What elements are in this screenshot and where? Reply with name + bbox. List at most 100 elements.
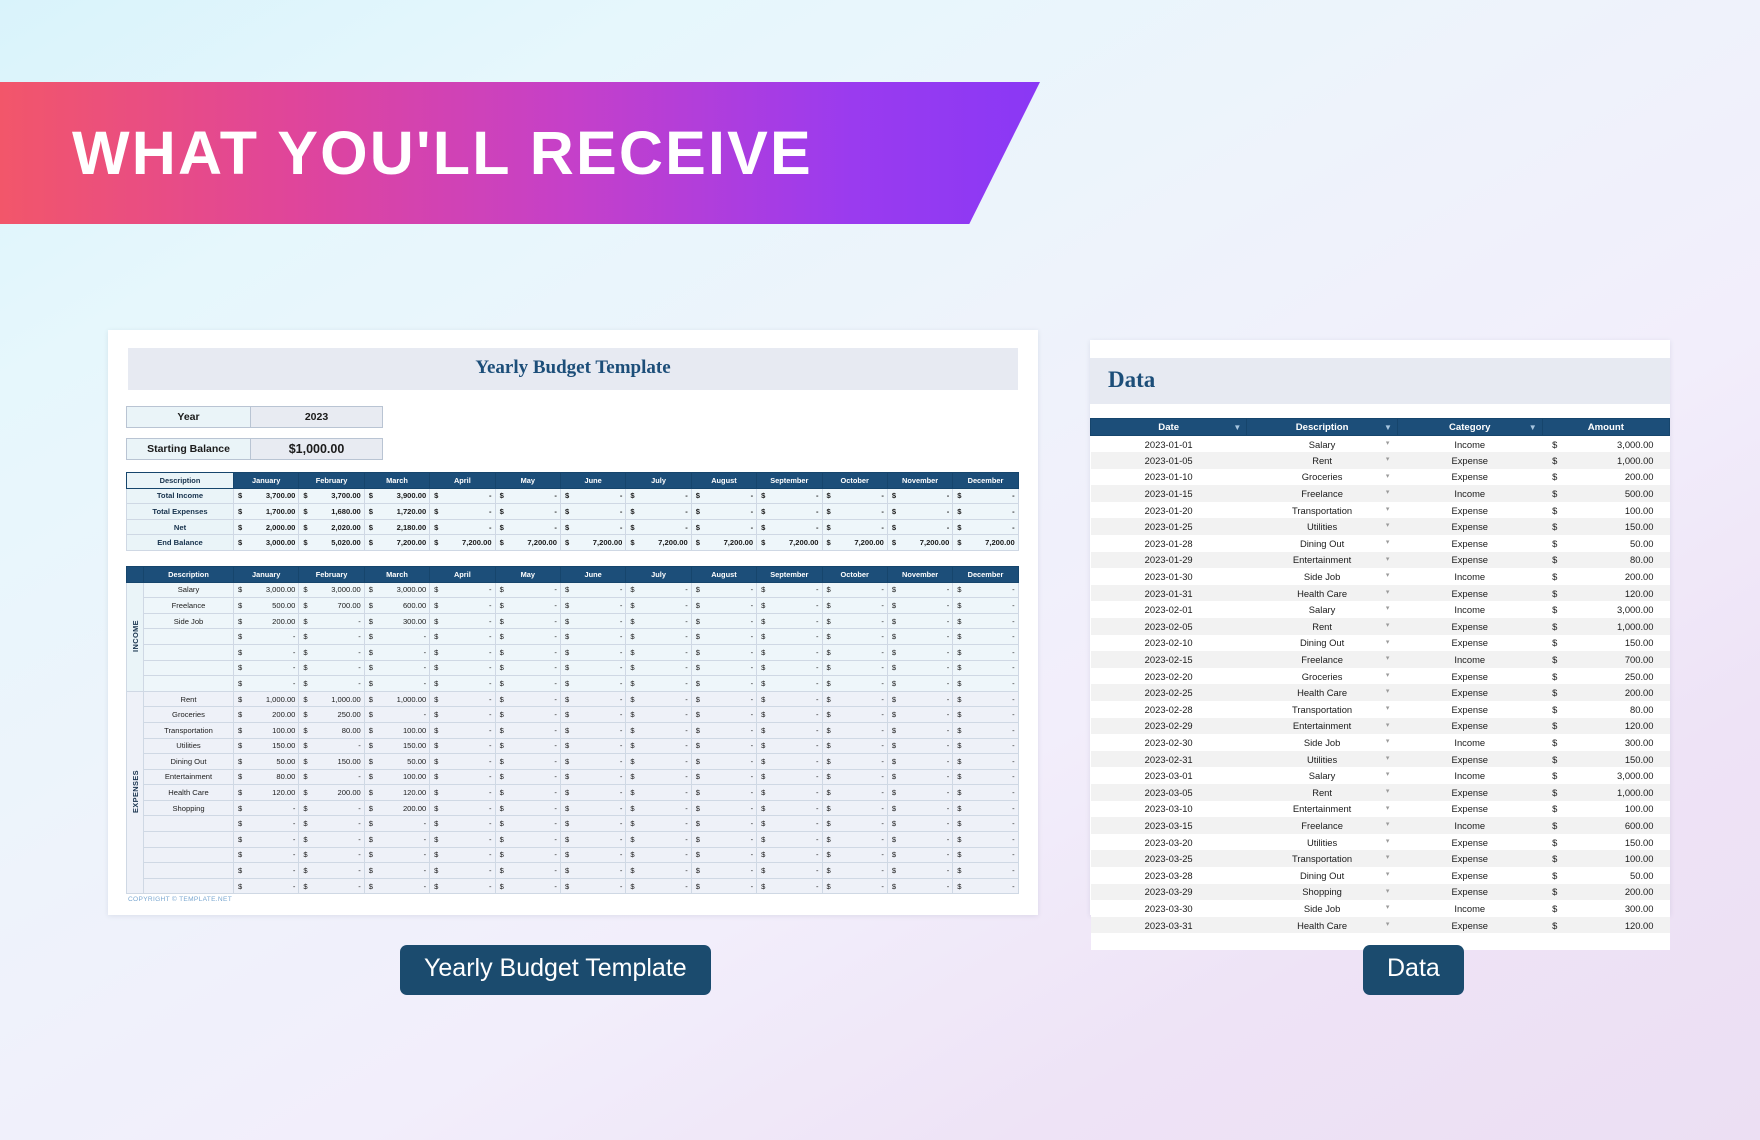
amount-cell[interactable]: $ - (429, 487, 496, 505)
amount-cell[interactable]: $ - (886, 503, 954, 520)
amount-cell[interactable]: $50.00 (363, 753, 431, 770)
cell-category[interactable]: Expense (1397, 750, 1543, 768)
amount-cell[interactable]: $ - (886, 753, 954, 770)
amount-cell[interactable]: $3,900.00 (363, 487, 431, 505)
amount-cell[interactable]: $ - (625, 628, 692, 645)
cell-date[interactable]: 2023-01-15 (1090, 485, 1247, 502)
amount-cell[interactable]: $ - (756, 737, 823, 755)
amount-cell[interactable]: $ - (494, 831, 561, 848)
amount-cell[interactable]: $ - (690, 628, 758, 645)
amount-cell[interactable]: $500.00 (232, 597, 300, 614)
amount-cell[interactable]: $2,180.00 (363, 518, 431, 536)
amount-cell[interactable]: $ - (821, 753, 888, 770)
amount-cell[interactable]: $ - (952, 503, 1019, 520)
amount-cell[interactable]: $ - (429, 815, 496, 833)
amount-cell[interactable]: $ - (363, 706, 431, 723)
amount-cell[interactable]: $ - (625, 690, 692, 708)
amount-cell[interactable]: $ - (952, 831, 1019, 848)
amount-cell[interactable]: $ - (559, 487, 627, 505)
amount-cell[interactable]: $ - (952, 659, 1019, 677)
amount-cell[interactable]: $ - (429, 628, 496, 645)
row-label[interactable] (143, 815, 234, 833)
cell-description[interactable]: Freelance ▾ (1246, 485, 1398, 502)
amount-cell[interactable]: $ - (756, 815, 823, 833)
chevron-down-icon[interactable]: ▾ (1386, 505, 1390, 513)
row-label[interactable] (143, 659, 234, 677)
amount-cell[interactable]: $ - (494, 581, 561, 599)
amount-cell[interactable]: $ - (232, 799, 300, 817)
amount-cell[interactable]: $ - (690, 799, 758, 817)
cell-category[interactable]: Expense (1397, 850, 1543, 867)
chevron-down-icon[interactable]: ▾ (1386, 770, 1390, 778)
amount-cell[interactable]: $ - (952, 518, 1019, 536)
amount-cell[interactable]: $ - (363, 628, 431, 645)
chevron-down-icon[interactable]: ▾ (1386, 887, 1390, 895)
amount-cell[interactable]: $ - (625, 846, 692, 864)
cell-date[interactable]: 2023-01-29 (1090, 551, 1247, 569)
yearly-budget-sheet-preview[interactable]: Yearly Budget Template Year 2023 Startin… (108, 330, 1038, 915)
amount-cell[interactable]: $ - (756, 784, 823, 801)
amount-cell[interactable]: $ - (821, 737, 888, 755)
row-label[interactable]: Health Care (143, 784, 234, 801)
amount-cell[interactable]: $ - (756, 643, 823, 661)
amount-cell[interactable]: $ - (429, 518, 496, 536)
cell-category[interactable]: Income (1397, 568, 1543, 585)
amount-cell[interactable]: $ - (559, 597, 627, 614)
amount-cell[interactable]: $ - (886, 690, 954, 708)
amount-cell[interactable]: $ - (559, 628, 627, 645)
row-label[interactable]: Dining Out (143, 753, 234, 770)
amount-cell[interactable]: $ - (625, 597, 692, 614)
cell-category[interactable]: Expense (1397, 468, 1543, 486)
amount-cell[interactable]: $ - (494, 597, 561, 614)
chevron-down-icon[interactable]: ▾ (1386, 820, 1390, 828)
amount-cell[interactable]: $ - (494, 862, 561, 879)
amount-cell[interactable]: $ - (559, 737, 627, 755)
cell-category[interactable]: Income (1397, 767, 1543, 784)
amount-cell[interactable]: $ - (690, 659, 758, 677)
amount-cell[interactable]: $ - (494, 659, 561, 677)
amount-cell[interactable]: $ - (559, 518, 627, 536)
amount-cell[interactable]: $ - (821, 799, 888, 817)
cell-amount[interactable]: $120.00 (1542, 717, 1670, 735)
cell-description[interactable]: Transportation ▾ (1246, 701, 1398, 718)
cell-date[interactable]: 2023-01-01 (1090, 435, 1247, 453)
amount-cell[interactable]: $7,200.00 (363, 534, 431, 551)
row-label[interactable] (143, 628, 234, 645)
cell-amount[interactable]: $200.00 (1542, 468, 1670, 486)
amount-cell[interactable]: $7,200.00 (625, 534, 692, 551)
amount-cell[interactable]: $ - (625, 753, 692, 770)
cell-description[interactable]: Utilities ▾ (1246, 833, 1398, 851)
cell-date[interactable]: 2023-01-10 (1090, 468, 1247, 486)
cell-date[interactable]: 2023-02-31 (1090, 750, 1247, 768)
amount-cell[interactable]: $ - (690, 768, 758, 786)
amount-cell[interactable]: $ - (298, 862, 365, 879)
amount-cell[interactable]: $600.00 (363, 597, 431, 614)
amount-cell[interactable]: $ - (429, 675, 496, 692)
amount-cell[interactable]: $2,000.00 (232, 518, 300, 536)
amount-cell[interactable]: $ - (886, 721, 954, 739)
amount-cell[interactable]: $150.00 (363, 737, 431, 755)
amount-cell[interactable]: $ - (559, 503, 627, 520)
empty-cell[interactable] (1090, 933, 1247, 951)
cell-description[interactable]: Dining Out ▾ (1246, 634, 1398, 652)
amount-cell[interactable]: $ - (625, 877, 692, 895)
amount-cell[interactable]: $150.00 (298, 753, 365, 770)
cell-category[interactable]: Expense (1397, 800, 1543, 818)
amount-cell[interactable]: $ - (821, 597, 888, 614)
amount-cell[interactable]: $ - (821, 768, 888, 786)
amount-cell[interactable]: $ - (821, 862, 888, 879)
amount-cell[interactable]: $ - (625, 612, 692, 630)
cell-amount[interactable]: $80.00 (1542, 551, 1670, 569)
amount-cell[interactable]: $ - (821, 675, 888, 692)
cell-category[interactable]: Income (1397, 900, 1543, 917)
chevron-down-icon[interactable]: ▾ (1386, 588, 1390, 596)
cell-amount[interactable]: $250.00 (1542, 667, 1670, 685)
cell-description[interactable]: Freelance ▾ (1246, 651, 1398, 668)
amount-cell[interactable]: $ - (429, 643, 496, 661)
chevron-down-icon[interactable]: ▾ (1386, 488, 1390, 496)
cell-amount[interactable]: $3,000.00 (1542, 767, 1670, 784)
amount-cell[interactable]: $250.00 (298, 706, 365, 723)
chevron-down-icon[interactable]: ▾ (1386, 704, 1390, 712)
amount-cell[interactable]: $7,200.00 (952, 534, 1019, 551)
cell-amount[interactable]: $150.00 (1542, 833, 1670, 851)
